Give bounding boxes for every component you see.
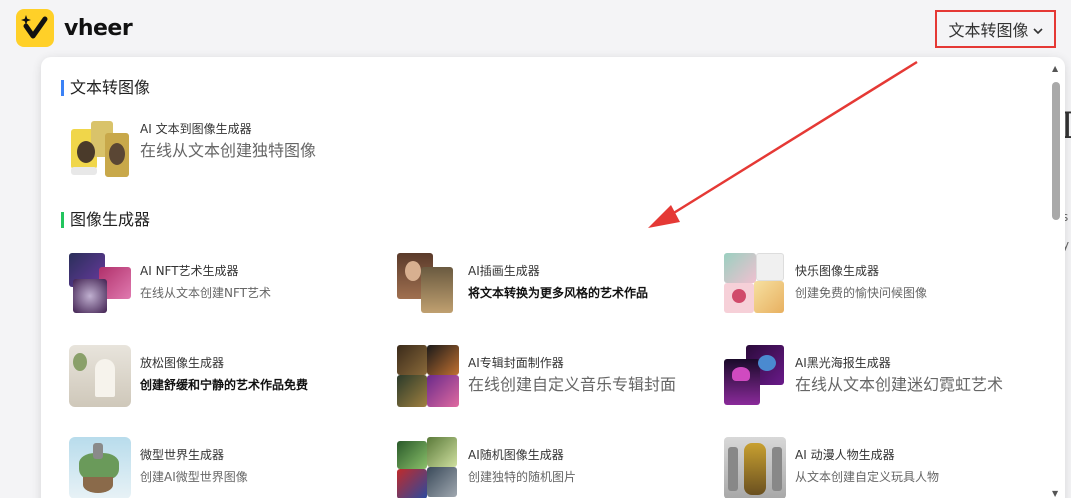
menu-item-title: AI随机图像生成器 xyxy=(468,448,564,462)
menu-item-ai-illustration-generator[interactable]: AI插画生成器 将文本转换为更多风格的艺术作品 xyxy=(397,253,648,315)
menu-item-happy-image-generator[interactable]: 快乐图像生成器 创建免费的愉快问候图像 xyxy=(724,253,927,315)
site-header: vheer 文本转图像 xyxy=(0,0,1071,58)
nft-art-thumbnail xyxy=(69,253,131,315)
happy-image-thumbnail xyxy=(724,253,786,315)
scroll-up-arrow-icon[interactable]: ▲ xyxy=(1052,64,1058,73)
album-cover-thumbnail xyxy=(397,345,459,407)
menu-item-description: 将文本转换为更多风格的艺术作品 xyxy=(468,286,649,300)
menu-item-description: 创建舒缓和宁静的艺术作品免费 xyxy=(140,378,309,392)
vheer-logo-icon xyxy=(16,9,54,47)
page: vheer 文本转图像 I s y 文本转图像 AI 文本到图像生成器 在线从文… xyxy=(0,0,1071,498)
text-to-image-nav-dropdown[interactable]: 文本转图像 xyxy=(935,10,1056,48)
menu-item-title: 微型世界生成器 xyxy=(140,448,225,462)
anime-figure-thumbnail xyxy=(724,437,786,498)
menu-item-title: AI NFT艺术生成器 xyxy=(140,264,239,278)
menu-item-miniature-world-generator[interactable]: 微型世界生成器 创建AI微型世界图像 xyxy=(69,437,248,498)
blacklight-poster-thumbnail xyxy=(724,345,786,407)
scroll-down-arrow-icon[interactable]: ▼ xyxy=(1052,489,1058,498)
miniature-world-thumbnail xyxy=(69,437,131,498)
menu-item-description: 创建独特的随机图片 xyxy=(468,470,577,484)
menu-item-ai-random-image-generator[interactable]: AI随机图像生成器 创建独特的随机图片 xyxy=(397,437,576,498)
menu-item-description: 在线从文本创建迷幻霓虹艺术 xyxy=(795,375,1004,394)
relaxing-image-thumbnail xyxy=(69,345,131,407)
menu-item-relaxing-image-generator[interactable]: 放松图像生成器 创建舒缓和宁静的艺术作品免费 xyxy=(69,345,308,407)
panel-scrollbar[interactable]: ▲ ▼ xyxy=(1048,60,1064,498)
menu-item-ai-album-cover-maker[interactable]: AI专辑封面制作器 在线创建自定义音乐专辑封面 xyxy=(397,345,676,407)
nav-dropdown-label: 文本转图像 xyxy=(948,21,1029,40)
illustration-thumbnail xyxy=(397,253,459,315)
menu-item-title: AI插画生成器 xyxy=(468,264,540,278)
logo-text: vheer xyxy=(64,15,133,41)
menu-item-title: AI 动漫人物生成器 xyxy=(795,448,895,462)
section-title-image-generators: 图像生成器 xyxy=(61,211,150,229)
menu-item-ai-anime-figure-generator[interactable]: AI 动漫人物生成器 从文本创建自定义玩具人物 xyxy=(724,437,939,498)
menu-item-description: 创建免费的愉快问候图像 xyxy=(795,286,928,300)
text-to-image-thumbnail xyxy=(69,119,131,181)
menu-item-title: AI 文本到图像生成器 xyxy=(140,122,252,136)
menu-item-ai-nft-art-generator[interactable]: AI NFT艺术生成器 在线从文本创建NFT艺术 xyxy=(69,253,271,315)
menu-item-ai-text-to-image[interactable]: AI 文本到图像生成器 在线从文本创建独特图像 xyxy=(69,119,316,181)
menu-item-description: 从文本创建自定义玩具人物 xyxy=(795,470,940,484)
chevron-down-icon xyxy=(1032,20,1043,39)
menu-item-title: 快乐图像生成器 xyxy=(795,264,880,278)
menu-item-ai-blacklight-poster-generator[interactable]: AI黑光海报生成器 在线从文本创建迷幻霓虹艺术 xyxy=(724,345,1003,407)
menu-item-description: 在线创建自定义音乐专辑封面 xyxy=(468,375,677,394)
menu-item-title: AI专辑封面制作器 xyxy=(468,356,564,370)
menu-item-description: 在线从文本创建独特图像 xyxy=(140,141,317,160)
mega-menu-panel: 文本转图像 AI 文本到图像生成器 在线从文本创建独特图像 图像生成器 AI N… xyxy=(41,57,1065,498)
scrollbar-thumb[interactable] xyxy=(1052,82,1060,220)
menu-item-description: 创建AI微型世界图像 xyxy=(140,470,248,484)
random-image-thumbnail xyxy=(397,437,459,498)
menu-item-title: 放松图像生成器 xyxy=(140,356,225,370)
menu-item-title: AI黑光海报生成器 xyxy=(795,356,891,370)
site-logo[interactable]: vheer xyxy=(16,9,133,47)
menu-item-description: 在线从文本创建NFT艺术 xyxy=(140,286,271,300)
section-title-text-to-image: 文本转图像 xyxy=(61,79,150,97)
